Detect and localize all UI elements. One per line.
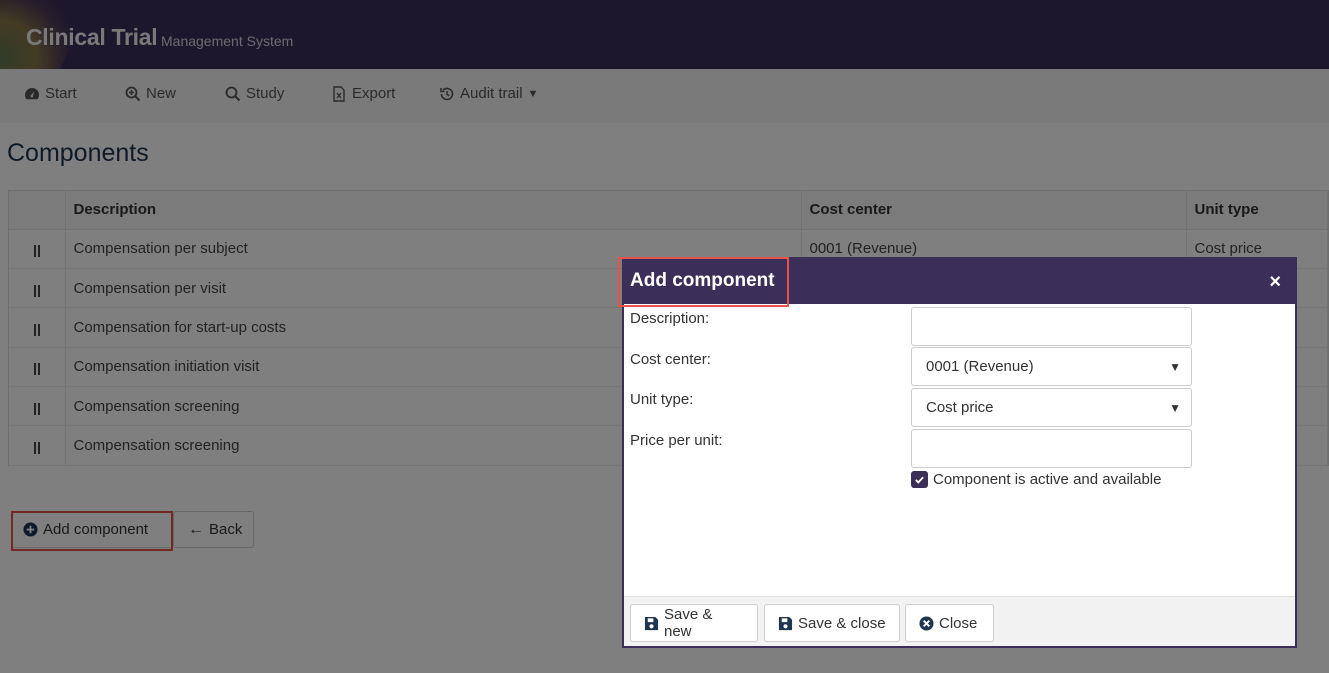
unit-type-select[interactable]: Cost price ▼ <box>911 388 1192 427</box>
highlight-modal-title <box>618 257 789 307</box>
cost-center-value: 0001 (Revenue) <box>926 358 1034 375</box>
modal-footer: Save & new Save & close Close <box>624 596 1295 646</box>
add-component-dialog: Add component × Description: Cost center… <box>618 257 1297 648</box>
caret-down-icon: ▼ <box>1169 401 1181 415</box>
cost-center-select[interactable]: 0001 (Revenue) ▼ <box>911 347 1192 386</box>
price-per-unit-label: Price per unit: <box>630 432 723 449</box>
active-checkbox-row: Component is active and available <box>911 471 1161 488</box>
active-checkbox-label[interactable]: Component is active and available <box>933 471 1161 488</box>
description-label: Description: <box>630 310 710 327</box>
save-and-close-button[interactable]: Save & close <box>764 604 900 642</box>
save-and-new-button[interactable]: Save & new <box>630 604 758 642</box>
unit-type-label: Unit type: <box>630 391 694 408</box>
close-label: Close <box>939 614 978 632</box>
description-field[interactable] <box>911 307 1192 346</box>
cost-center-label: Cost center: <box>630 351 711 368</box>
save-and-new-label: Save & new <box>664 606 713 640</box>
checkmark-icon <box>915 476 924 484</box>
active-checkbox[interactable] <box>911 471 928 488</box>
floppy-disk-icon <box>644 616 659 630</box>
floppy-disk-icon <box>778 616 793 630</box>
unit-type-value: Cost price <box>926 399 994 416</box>
close-button[interactable]: Close <box>905 604 994 642</box>
caret-down-icon: ▼ <box>1169 360 1181 374</box>
price-per-unit-field[interactable] <box>911 429 1192 468</box>
times-circle-icon <box>919 615 934 631</box>
close-icon[interactable]: × <box>1269 271 1281 294</box>
save-and-close-label: Save & close <box>798 614 886 632</box>
